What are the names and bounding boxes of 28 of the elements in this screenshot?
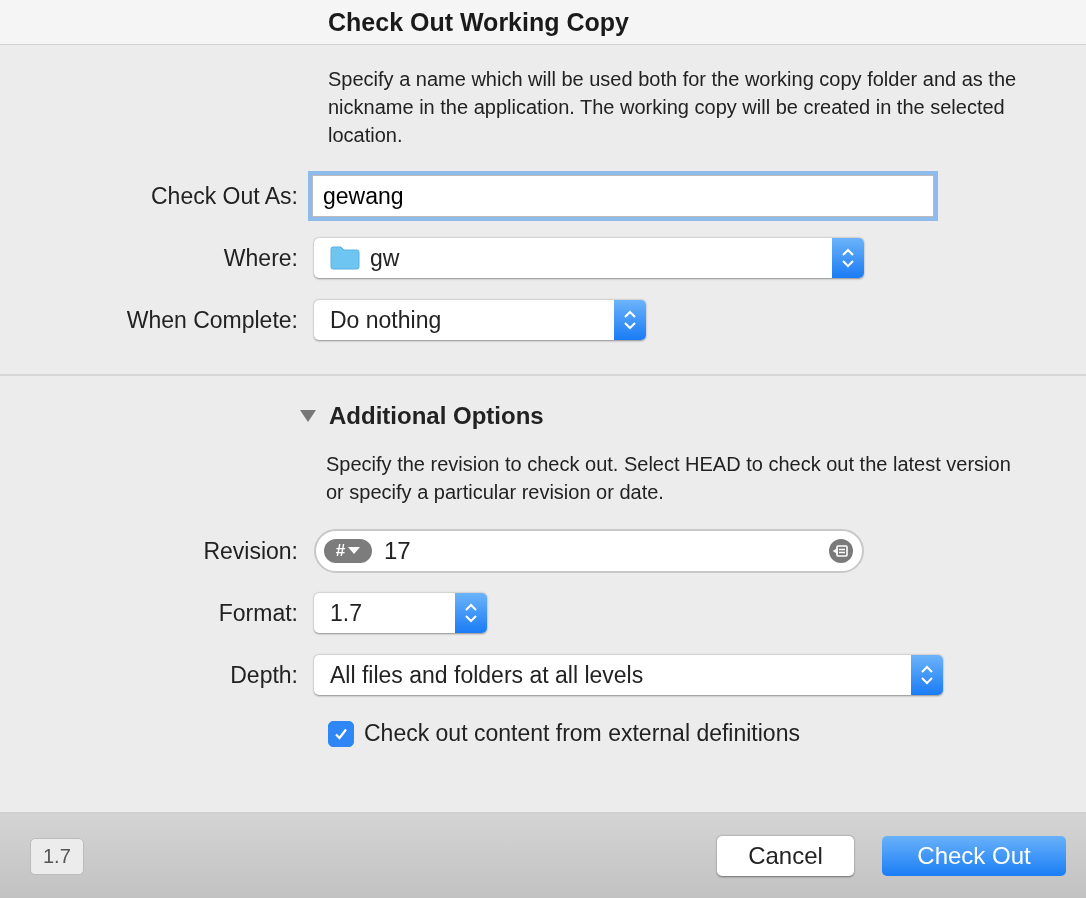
stepper-arrows-icon xyxy=(911,655,943,695)
field-label: Check Out As: xyxy=(150,182,299,210)
popup-menu[interactable]: Do nothing xyxy=(314,300,646,340)
field-label: Where: xyxy=(222,244,299,272)
field-label: Revision: xyxy=(202,537,299,565)
popup-menu[interactable]: gw xyxy=(314,238,864,278)
disclosure-triangle-icon[interactable] xyxy=(300,409,316,423)
stepper-arrows-icon xyxy=(455,593,487,633)
stepper-arrows-icon xyxy=(832,238,864,278)
description-text: Specify the revision to check out. Select HEAD to check out the latest version or specify a particular revision or date. xyxy=(326,452,1012,505)
section-heading: Additional Options xyxy=(329,402,544,430)
revision-type-menu[interactable]: # xyxy=(324,539,372,563)
name-input-field[interactable]: gewang xyxy=(312,175,934,217)
popup-menu[interactable]: 1.7 xyxy=(314,593,487,633)
checkbox-label: Check out content from external definitions xyxy=(364,720,800,747)
caret-icon xyxy=(348,547,361,555)
field-label: When Complete: xyxy=(125,306,299,334)
stepper-arrows-icon xyxy=(614,300,646,340)
checkbox[interactable] xyxy=(328,720,354,747)
description-text: Specify a name which will be used both for the working copy folder and as the nickname in the application. The working copy will be created in the selected location. xyxy=(328,67,1018,148)
version-badge: 1.7 xyxy=(30,837,84,875)
cancel-button[interactable]: Cancel xyxy=(717,836,854,876)
revision-field[interactable]: # 17 xyxy=(314,529,864,573)
window-title: Check Out Working Copy xyxy=(328,7,629,37)
field-label: Format: xyxy=(217,599,299,627)
popup-menu[interactable]: All files and folders at all levels xyxy=(314,655,943,695)
field-label: Depth: xyxy=(229,661,299,689)
log-icon[interactable] xyxy=(828,538,854,564)
